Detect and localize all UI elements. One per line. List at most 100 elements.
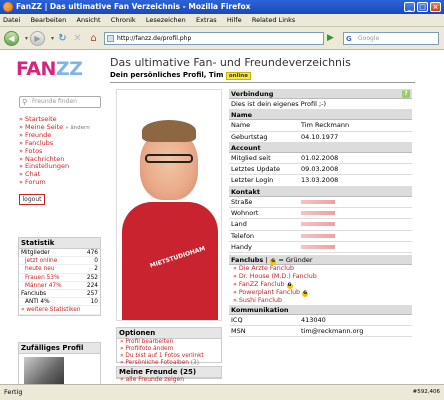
sidebar-item-forum[interactable]: Forum: [19, 178, 90, 187]
window-title: FanZZ | Das ultimative Fan Verzeichnis -…: [16, 2, 251, 11]
stat-value: 224: [86, 282, 98, 289]
more-statistics-link[interactable]: » weitere Statistiken: [19, 306, 100, 315]
menu-related-links[interactable]: Related Links: [252, 16, 295, 24]
web-search-input[interactable]: G Google: [343, 32, 439, 45]
window-titlebar: FanZZ | Das ultimative Fan Verzeichnis -…: [0, 0, 444, 14]
stat-label: Mitglieder: [21, 250, 50, 256]
fanclub-item[interactable]: Sushi Fanclub: [233, 297, 412, 305]
row-value: 413040: [301, 315, 326, 324]
redacted-value: [301, 219, 335, 230]
profile-details: Verbindung? Dies ist dein eigenes Profil…: [229, 89, 412, 338]
random-profile-image[interactable]: [24, 357, 64, 384]
section-kontakt: Kontakt: [229, 186, 412, 197]
home-icon[interactable]: ⌂: [87, 32, 100, 45]
friend-search-input[interactable]: ⚲ Freunde finden: [19, 96, 101, 108]
maximize-button[interactable]: □: [417, 2, 428, 12]
stat-row[interactable]: Frauen 53% 252: [19, 274, 100, 282]
menu-hilfe[interactable]: Hilfe: [227, 16, 242, 24]
sidebar-nav: Startseite Meine Seite » ändern Freunde …: [19, 115, 90, 187]
menu-ansicht[interactable]: Ansicht: [77, 16, 101, 24]
statistics-box: Statistik Mitglieder 476 jetzt online 0 he…: [18, 237, 101, 316]
profile-row: Straße: [229, 197, 412, 209]
stat-row[interactable]: Männer 47% 224: [19, 282, 100, 290]
profile-row: Mitglied seit 01.02.2008: [229, 153, 412, 165]
minimize-button[interactable]: _: [404, 2, 415, 12]
page-title: Das ultimative Fan- und Freundeverzeichn…: [110, 56, 351, 69]
nav-toolbar: ◀ ▾ ▶ ▾ ↻ ✕ ⌂ http://fanzz.de/profil.php…: [0, 27, 444, 50]
redacted-value: [301, 208, 335, 219]
menu-chronik[interactable]: Chronik: [111, 16, 136, 24]
stat-value: 0: [94, 258, 98, 265]
stat-value: 476: [86, 250, 98, 256]
row-key: Letzter Login: [231, 176, 274, 185]
option-change-photo[interactable]: Profilfoto ändern: [117, 346, 221, 353]
fanclub-item[interactable]: Die Ärzte Fanclub: [233, 265, 412, 273]
fanclub-item[interactable]: Powerplant Fanclub G: [233, 289, 412, 297]
profile-row: Letzter Login 13.03.2008: [229, 175, 412, 187]
fanzz-logo[interactable]: FANZZ: [16, 58, 83, 80]
subtitle-text: Dein persönliches Profil, Tim: [110, 71, 224, 79]
menu-datei[interactable]: Datei: [3, 16, 20, 24]
url-text: http://fanzz.de/profil.php: [117, 35, 192, 42]
row-key: Name: [231, 121, 251, 130]
close-button[interactable]: ×: [430, 2, 441, 12]
verbindung-text: Dies ist dein eigenes Profil ;-): [229, 99, 412, 111]
stop-icon[interactable]: ✕: [71, 32, 84, 45]
menu-lesezeichen[interactable]: Lesezeichen: [146, 16, 186, 24]
section-title: Fanclubs: [231, 256, 264, 265]
all-friends-link[interactable]: » alle Freunde zeigen: [120, 376, 184, 383]
row-value[interactable]: tim@reckmann.org: [301, 326, 363, 337]
forward-icon[interactable]: ▶: [30, 31, 45, 46]
reload-icon[interactable]: ↻: [56, 32, 69, 45]
go-icon[interactable]: ▶: [327, 32, 340, 45]
random-profile-title: Zufälliges Profil: [19, 343, 100, 354]
fanclub-item[interactable]: FanZZ Fanclub G: [233, 281, 412, 289]
web-search-placeholder: Google: [358, 35, 380, 42]
section-title: Verbindung: [231, 90, 274, 98]
fanclub-item[interactable]: Dr. House (M.D.) Fanclub: [233, 273, 412, 281]
row-key: Land: [231, 220, 247, 229]
stat-label: heute neu: [25, 266, 55, 273]
fanclub-label: Powerplant Fanclub: [238, 288, 301, 296]
profile-photo[interactable]: MIETSTUDIOHAM: [116, 89, 222, 321]
section-verbindung: Verbindung?: [229, 89, 412, 99]
founder-icon: G: [270, 259, 277, 266]
google-icon: G: [346, 35, 352, 43]
stat-row[interactable]: heute neu 2: [19, 265, 100, 274]
row-key: Handy: [231, 242, 252, 251]
photo-glasses: [145, 154, 193, 163]
profile-row: Wohnort: [229, 208, 412, 220]
option-linked-photos[interactable]: Du bist auf 1 Fotos verlinkt: [117, 353, 221, 360]
section-kommunikation: Kommunikation: [229, 304, 412, 315]
fanclub-list: Die Ärzte Fanclub Dr. House (M.D.) Fancl…: [229, 265, 412, 304]
redacted-value: [301, 231, 335, 242]
row-key: MSN: [231, 326, 246, 335]
site-favicon: [107, 35, 114, 42]
founder-legend: = Gründer: [278, 256, 313, 265]
row-key: Straße: [231, 197, 253, 206]
logo-fan-text: FAN: [16, 58, 56, 80]
logout-button[interactable]: logout: [19, 194, 45, 205]
change-link[interactable]: » ändern: [65, 125, 90, 131]
section-name: Name: [229, 110, 412, 121]
help-icon[interactable]: ?: [402, 90, 410, 98]
row-value: 04.10.1977: [301, 132, 339, 141]
menu-extras[interactable]: Extras: [196, 16, 217, 24]
options-title: Optionen: [117, 328, 221, 339]
menu-bar: Datei Bearbeiten Ansicht Chronik Lesezei…: [0, 14, 444, 27]
profile-row: Land: [229, 219, 412, 231]
profile-row: Handy: [229, 242, 412, 254]
menu-bearbeiten[interactable]: Bearbeiten: [31, 16, 67, 24]
status-text: Fertig: [4, 388, 23, 396]
legend-separator: |: [265, 256, 268, 265]
option-edit-profile[interactable]: Profil bearbeiten: [117, 339, 221, 346]
logo-zz-text: ZZ: [55, 58, 83, 80]
stat-row[interactable]: jetzt online 0: [19, 257, 100, 266]
url-bar[interactable]: http://fanzz.de/profil.php: [104, 32, 324, 45]
back-icon[interactable]: ◀: [4, 31, 19, 46]
row-value: 01.02.2008: [301, 153, 339, 162]
redacted-value: [301, 242, 335, 253]
photo-hair: [142, 120, 196, 142]
online-badge: online: [225, 72, 251, 80]
stat-label: ANTI 4%: [25, 299, 50, 306]
